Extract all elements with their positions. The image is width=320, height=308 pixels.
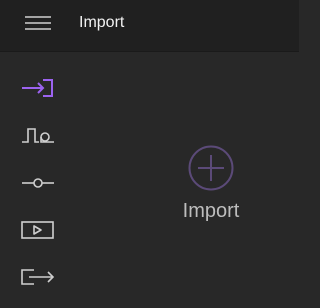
waveform-signal-icon xyxy=(22,128,54,143)
import-icon xyxy=(22,79,53,97)
sidebar xyxy=(0,52,75,308)
sidebar-item-import[interactable] xyxy=(12,70,64,106)
sidebar-item-play[interactable] xyxy=(12,212,64,248)
app-window: Import Import xyxy=(0,0,299,308)
play-box-icon xyxy=(21,221,54,239)
sidebar-item-export[interactable] xyxy=(12,259,64,295)
sidebar-item-settings[interactable] xyxy=(12,165,64,201)
slider-line-icon xyxy=(22,178,54,188)
import-label: Import xyxy=(182,200,240,222)
import-button[interactable]: Import xyxy=(161,142,261,226)
hamburger-menu-icon xyxy=(25,16,51,30)
export-icon xyxy=(21,269,55,285)
top-bar: Import xyxy=(0,0,299,52)
page-title: Import xyxy=(79,14,125,31)
plus-circle-icon xyxy=(188,145,234,191)
menu-button[interactable] xyxy=(18,10,58,36)
sidebar-item-signal[interactable] xyxy=(12,117,64,153)
main-panel: Import xyxy=(75,52,299,308)
